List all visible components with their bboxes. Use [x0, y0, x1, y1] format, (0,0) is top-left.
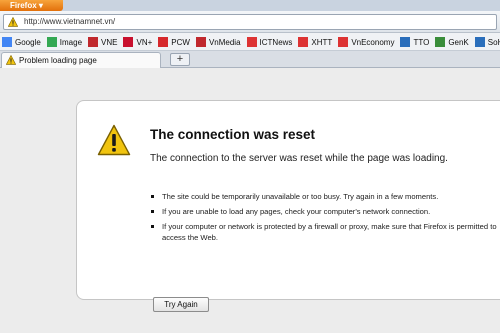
warning-icon	[97, 124, 131, 156]
error-suggestions: The site could be temporarily unavailabl…	[151, 191, 500, 247]
pcw-icon	[158, 37, 169, 47]
bookmark-soho[interactable]: SoHo	[473, 33, 500, 50]
bookmarks-toolbar: Google Image VNE VN+ PCW VnMedia ICTNews XHTT Vn…	[0, 33, 500, 51]
content-area: The connection was reset The connection …	[0, 69, 500, 333]
ictnews-icon	[246, 37, 257, 47]
bookmark-pcw[interactable]: PCW	[156, 33, 194, 50]
vneconomy-icon	[338, 37, 349, 47]
bookmark-label: VNE	[101, 37, 118, 47]
warning-icon	[6, 55, 16, 65]
error-title: The connection was reset	[150, 127, 316, 142]
bookmark-vne[interactable]: VNE	[86, 33, 121, 50]
firefox-menu-label: Firefox	[10, 1, 37, 10]
navigation-bar: http://www.vietnamnet.vn/	[0, 11, 500, 33]
firefox-menu-button[interactable]: Firefox ▾	[0, 0, 63, 11]
vne-icon	[88, 37, 99, 47]
vnmedia-icon	[195, 37, 206, 47]
bookmark-google[interactable]: Google	[0, 33, 45, 50]
bookmark-label: Google	[15, 37, 41, 47]
bookmark-tto[interactable]: TTO	[398, 33, 433, 50]
google-icon	[2, 37, 12, 47]
bookmark-xhtt[interactable]: XHTT	[296, 33, 336, 50]
bookmark-label: VN+	[136, 37, 153, 47]
bookmark-vneconomy[interactable]: VnEconomy	[336, 33, 398, 50]
tab-strip: Problem loading page +	[0, 51, 500, 68]
list-item: If you are unable to load any pages, che…	[151, 206, 500, 217]
url-text: http://www.vietnamnet.vn/	[24, 17, 116, 26]
bookmark-label: XHTT	[311, 37, 333, 47]
url-field[interactable]: http://www.vietnamnet.vn/	[3, 14, 497, 30]
bookmark-label: VnEconomy	[351, 37, 395, 47]
warning-icon	[8, 17, 18, 27]
bookmark-genk[interactable]: GenK	[433, 33, 472, 50]
bookmark-ictnews[interactable]: ICTNews	[245, 33, 297, 50]
bookmark-label: VnMedia	[208, 37, 241, 47]
bookmark-label: PCW	[171, 37, 190, 47]
new-tab-button[interactable]: +	[170, 53, 190, 66]
bookmark-vnmedia[interactable]: VnMedia	[194, 33, 245, 50]
bookmark-label: Image	[59, 37, 83, 47]
bookmark-label: GenK	[448, 37, 469, 47]
error-panel: The connection was reset The connection …	[76, 100, 500, 312]
list-item: The site could be temporarily unavailabl…	[151, 191, 500, 202]
list-item: If your computer or network is protected…	[151, 221, 500, 243]
menu-strip: Firefox ▾	[0, 0, 500, 11]
try-again-button[interactable]: Try Again	[153, 297, 209, 312]
error-description: The connection to the server was reset w…	[150, 153, 448, 164]
tab-title: Problem loading page	[19, 56, 97, 65]
google-image-icon	[46, 37, 57, 47]
xhtt-icon	[298, 37, 309, 47]
bookmark-label: TTO	[413, 37, 430, 47]
bookmark-image[interactable]: Image	[45, 33, 86, 50]
tto-icon	[400, 37, 411, 47]
bookmark-vn-[interactable]: VN+	[121, 33, 156, 50]
soho-icon	[474, 37, 485, 47]
bookmark-label: SoHo	[487, 37, 500, 47]
tab-problem-loading[interactable]: Problem loading page	[1, 52, 161, 68]
bookmark-label: ICTNews	[259, 37, 293, 47]
vnplus-icon	[123, 37, 134, 47]
genk-icon	[435, 37, 446, 47]
